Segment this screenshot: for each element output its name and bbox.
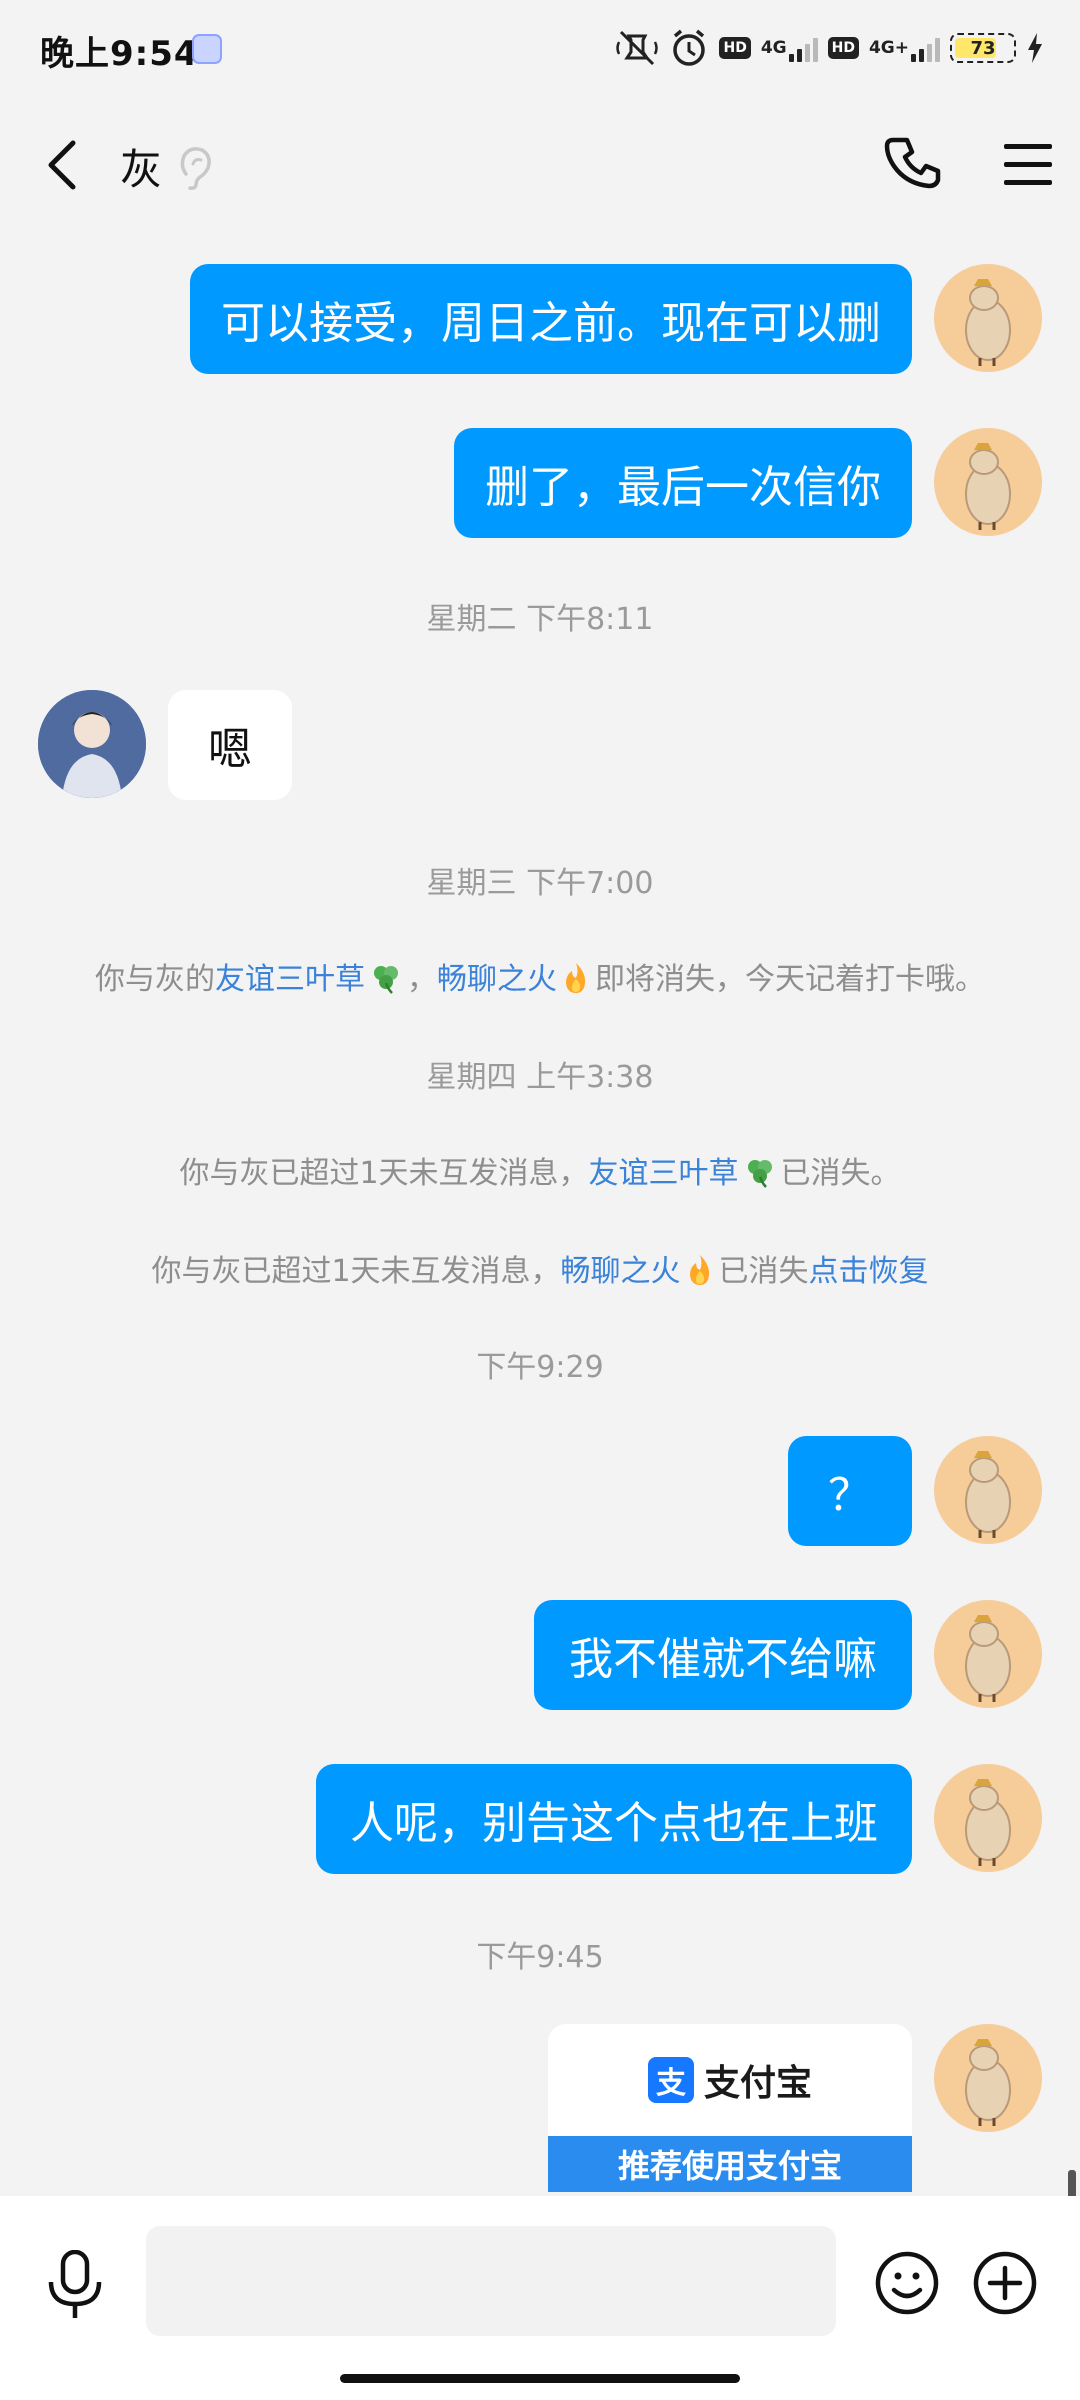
hd-badge-1: HD [719, 37, 751, 59]
timestamp: 星期四 上午3:38 [426, 1060, 654, 1095]
message-bubble-outgoing[interactable]: 可以接受，周日之前。现在可以删 [190, 264, 912, 374]
chat-screen: 晚上9:54 HD 4G HD 4G+ 73 灰 可以接受，周日之前。现在可以删… [0, 0, 1080, 2400]
timestamp: 星期三 下午7:00 [426, 866, 654, 901]
notice-text: 你与灰的 [95, 962, 215, 997]
system-notice: 你与灰的友谊三叶草 ，畅聊之火 即将消失，今天记着打卡哦。 [0, 954, 1080, 998]
chat-header: 灰 [0, 110, 1080, 220]
alipay-card-message[interactable]: 支 支付宝 推荐使用支付宝 [548, 2024, 912, 2192]
message-input[interactable] [146, 2226, 836, 2336]
notice-text: 你与灰已超过1天未互发消息， [151, 1254, 561, 1289]
status-bar: 晚上9:54 HD 4G HD 4G+ 73 [0, 0, 1080, 96]
home-indicator[interactable] [340, 2374, 740, 2383]
alipay-card-header: 支 支付宝 [548, 2024, 912, 2136]
notice-text: 已消失 [718, 1254, 809, 1289]
flame-icon [566, 963, 586, 993]
phone-icon [884, 137, 941, 189]
microphone-icon [48, 2249, 102, 2318]
alipay-logo-icon: 支 [647, 2057, 694, 2103]
battery-icon: 73 [950, 33, 1016, 63]
plus-circle-icon [973, 2251, 1037, 2315]
signal-1: 4G [761, 34, 818, 62]
friendship-clover-link[interactable]: 友谊三叶草 [589, 1156, 739, 1191]
my-avatar[interactable] [934, 428, 1042, 536]
system-notice: 你与灰已超过1天未互发消息，友谊三叶草 已消失。 [0, 1148, 1080, 1192]
friendship-clover-link[interactable]: 友谊三叶草 [215, 962, 365, 997]
notification-app-icon [192, 34, 222, 64]
signal-bars-1-icon [788, 34, 818, 62]
message-bubble-outgoing[interactable]: 我不催就不给嘛 [534, 1600, 912, 1710]
system-notice: 你与灰已超过1天未互发消息，畅聊之火 已消失点击恢复 [0, 1246, 1080, 1290]
voice-input-button[interactable] [42, 2249, 108, 2322]
alarm-icon [669, 28, 709, 68]
alipay-brand: 支付宝 [703, 2063, 812, 2104]
battery-level: 73 [970, 37, 996, 59]
chat-fire-link[interactable]: 畅聊之火 [561, 1254, 681, 1289]
chat-fire-link[interactable]: 畅聊之火 [437, 962, 557, 997]
restore-link[interactable]: 点击恢复 [809, 1254, 929, 1289]
message-bubble-incoming[interactable]: 嗯 [168, 690, 292, 800]
message-bubble-outgoing[interactable]: 删了，最后一次信你 [454, 428, 912, 538]
notice-text: 即将消失，今天记着打卡哦。 [595, 962, 985, 997]
smiley-icon [875, 2251, 939, 2315]
menu-button[interactable] [1000, 138, 1056, 192]
chat-title[interactable]: 灰 [120, 136, 162, 197]
network-type-2: 4G+ [868, 38, 909, 58]
clover-icon [747, 1160, 772, 1188]
back-button[interactable] [36, 134, 86, 196]
status-time: 晚上9:54 [40, 34, 199, 74]
ear-icon[interactable] [176, 144, 216, 190]
input-bar [0, 2196, 1080, 2400]
hd-badge-2: HD [827, 37, 859, 59]
message-bubble-outgoing[interactable]: 人呢，别告这个点也在上班 [316, 1764, 912, 1874]
friend-avatar[interactable] [38, 690, 146, 798]
my-avatar[interactable] [934, 1436, 1042, 1544]
notice-text: 你与灰已超过1天未互发消息， [179, 1156, 589, 1191]
chevron-left-icon [48, 140, 76, 190]
more-actions-button[interactable] [972, 2250, 1038, 2316]
scrollbar-thumb[interactable] [1068, 2170, 1076, 2198]
voice-call-button[interactable] [884, 134, 944, 194]
hamburger-menu-icon [1004, 144, 1052, 185]
my-avatar[interactable] [934, 264, 1042, 372]
network-type-1: 4G [760, 38, 787, 58]
my-avatar[interactable] [934, 1764, 1042, 1872]
notice-separator: ， [407, 962, 437, 997]
notice-text: 已消失。 [780, 1156, 901, 1191]
status-icons: HD 4G HD 4G+ 73 [615, 26, 1044, 70]
clover-icon [374, 966, 398, 994]
flame-icon [689, 1255, 709, 1285]
mute-vibrate-icon [615, 28, 659, 68]
charging-bolt-icon [1026, 33, 1044, 63]
signal-bars-2-icon [911, 34, 940, 62]
timestamp: 下午9:29 [476, 1350, 604, 1385]
alipay-card-banner: 推荐使用支付宝 [548, 2136, 912, 2192]
signal-2: 4G+ [869, 34, 940, 62]
message-bubble-outgoing[interactable]: ？ [788, 1436, 912, 1546]
my-avatar[interactable] [934, 2024, 1042, 2132]
emoji-button[interactable] [874, 2250, 940, 2316]
timestamp: 下午9:45 [476, 1940, 604, 1975]
my-avatar[interactable] [934, 1600, 1042, 1708]
timestamp: 星期二 下午8:11 [426, 602, 654, 637]
